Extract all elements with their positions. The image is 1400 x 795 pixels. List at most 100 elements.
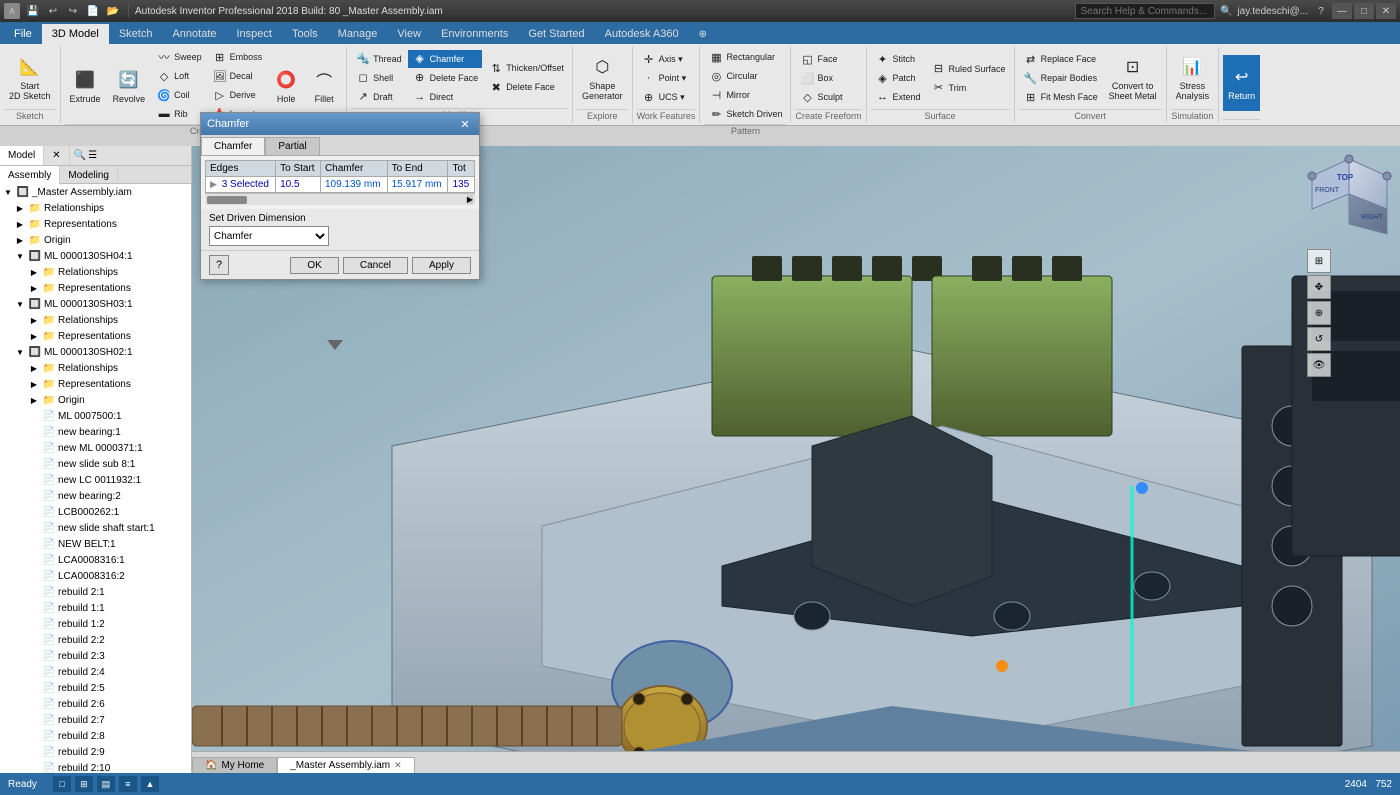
tree-item[interactable]: 📄 rebuild 2:2 <box>0 632 191 648</box>
tree-item[interactable]: ▶ 📁 Representations <box>0 376 191 392</box>
help-button[interactable]: ? <box>209 255 229 275</box>
tree-item[interactable]: ▶ 📁 Relationships <box>0 264 191 280</box>
panel-search-btn[interactable]: 🔍 <box>74 150 86 161</box>
coil-btn[interactable]: 🌀 Coil <box>152 86 206 104</box>
quick-open-btn[interactable]: 📂 <box>104 3 122 19</box>
to-end-value[interactable]: 15.917 mm <box>387 177 448 193</box>
chamfer-close-btn[interactable]: ✕ <box>457 116 473 132</box>
fillet-btn[interactable]: ⌒ Fillet <box>306 58 342 114</box>
tree-item[interactable]: 📄 new slide sub 8:1 <box>0 456 191 472</box>
ucs-btn[interactable]: ⊕ UCS ▾ <box>637 88 691 106</box>
extend-btn[interactable]: ↔ Extend <box>871 88 925 106</box>
stitch-btn[interactable]: ✦ Stitch <box>871 50 925 68</box>
tree-root[interactable]: ▼ 🔲 _Master Assembly.iam <box>0 184 191 200</box>
scrollbar-thumb-h[interactable] <box>207 196 247 204</box>
chamfer-tab-chamfer[interactable]: Chamfer <box>201 137 265 155</box>
return-btn[interactable]: ↩ Return <box>1223 55 1260 111</box>
tree-item[interactable]: ▶ 📁 Representations <box>0 216 191 232</box>
tab-extra[interactable]: ⊕ <box>689 24 717 44</box>
tree-item[interactable]: 📄 new LC 0011932:1 <box>0 472 191 488</box>
tab-view[interactable]: View <box>387 24 431 44</box>
circular-btn[interactable]: ◎ Circular <box>704 67 786 85</box>
axis-btn[interactable]: ✛ Axis ▾ <box>637 50 691 68</box>
stress-analysis-btn[interactable]: 📊 StressAnalysis <box>1171 50 1215 106</box>
tab-annotate[interactable]: Annotate <box>162 24 226 44</box>
start-2d-sketch-btn[interactable]: 📐 Start2D Sketch <box>4 50 56 106</box>
tree-item[interactable]: ▶ 📁 Origin <box>0 392 191 408</box>
derive-btn[interactable]: ▷ Derive <box>208 86 267 104</box>
sketch-driven-btn[interactable]: ✏ Sketch Driven <box>704 105 786 123</box>
sub-tab-modeling[interactable]: Modeling <box>60 166 118 184</box>
status-btn-2[interactable]: ⊞ <box>75 776 93 792</box>
tab-master-assembly[interactable]: _Master Assembly.iam ✕ <box>277 757 414 773</box>
delete-face-btn[interactable]: ✖ Delete Face <box>484 78 568 96</box>
ok-button[interactable]: OK <box>290 257 338 274</box>
tab-sketch[interactable]: Sketch <box>109 24 163 44</box>
patch-btn[interactable]: ◈ Patch <box>871 69 925 87</box>
thread-btn[interactable]: 🔩 Thread <box>351 50 406 68</box>
cancel-button[interactable]: Cancel <box>343 257 408 274</box>
tree-item[interactable]: 📄 NEW BELT:1 <box>0 536 191 552</box>
tree-item[interactable]: 📄 rebuild 2:3 <box>0 648 191 664</box>
chamfer-value[interactable]: 109.139 mm <box>320 177 387 193</box>
maximize-btn[interactable]: □ <box>1354 3 1374 19</box>
convert-sheet-metal-btn[interactable]: ⊡ Convert toSheet Metal <box>1104 50 1162 106</box>
trim-btn[interactable]: ✂ Trim <box>927 79 1010 97</box>
sub-tab-assembly[interactable]: Assembly <box>0 166 60 184</box>
tree-item[interactable]: 📄 rebuild 2:5 <box>0 680 191 696</box>
combine-btn[interactable]: ⊕ Delete Face <box>408 69 483 87</box>
tree-item[interactable]: 📄 ML 0007500:1 <box>0 408 191 424</box>
decal-btn[interactable]: 🖼 Decal <box>208 67 267 85</box>
shell-btn[interactable]: ◻ Shell <box>351 69 406 87</box>
revolve-btn[interactable]: 🔄 Revolve <box>108 58 151 114</box>
tree-item[interactable]: ▶ 📁 Relationships <box>0 200 191 216</box>
point-btn[interactable]: · Point ▾ <box>637 69 691 87</box>
tab-environments[interactable]: Environments <box>431 24 518 44</box>
zoom-btn[interactable]: ⊕ <box>1307 301 1331 325</box>
face-btn[interactable]: ◱ Face <box>795 50 846 68</box>
tree-item[interactable]: 📄 rebuild 2:1 <box>0 584 191 600</box>
tab-close-btn[interactable]: ✕ <box>394 760 402 771</box>
tab-manage[interactable]: Manage <box>328 24 388 44</box>
expand-arr[interactable]: ▶ <box>14 204 26 213</box>
close-btn[interactable]: ✕ <box>1376 3 1396 19</box>
mirror-btn[interactable]: ⊣ Mirror <box>704 86 786 104</box>
tab-tools[interactable]: Tools <box>282 24 328 44</box>
tree-item[interactable]: ▶ 📁 Relationships <box>0 360 191 376</box>
direct-btn[interactable]: → Direct <box>408 88 483 106</box>
orbit-btn[interactable]: ↺ <box>1307 327 1331 351</box>
replace-face-btn[interactable]: ⇄ Replace Face <box>1019 50 1102 68</box>
chamfer-tab-partial[interactable]: Partial <box>265 137 319 155</box>
tab-a360[interactable]: Autodesk A360 <box>595 24 689 44</box>
hole-btn[interactable]: ⭕ Hole <box>268 58 304 114</box>
tree-item[interactable]: 📄 rebuild 2:9 <box>0 744 191 760</box>
tree-item[interactable]: 📄 new bearing:2 <box>0 488 191 504</box>
draft-btn[interactable]: ↗ Draft <box>351 88 406 106</box>
quick-new-btn[interactable]: 📄 <box>84 3 102 19</box>
tree-item[interactable]: 📄 rebuild 2:4 <box>0 664 191 680</box>
tree-item[interactable]: 📄 rebuild 2:8 <box>0 728 191 744</box>
box-btn[interactable]: ⬜ Box <box>795 69 846 87</box>
tree-item[interactable]: ▶ 📁 Relationships <box>0 312 191 328</box>
tree-item[interactable]: 📄 new bearing:1 <box>0 424 191 440</box>
tree-item[interactable]: 📄 rebuild 2:6 <box>0 696 191 712</box>
tree-item[interactable]: 📄 LCA0008316:1 <box>0 552 191 568</box>
look-at-btn[interactable]: 👁 <box>1307 353 1331 377</box>
tree-item[interactable]: 📄 new ML 0000371:1 <box>0 440 191 456</box>
scroll-right-btn[interactable]: ▶ <box>467 195 473 204</box>
edges-selected[interactable]: 3 Selected <box>222 179 269 190</box>
quick-undo-btn[interactable]: ↩ <box>44 3 62 19</box>
search-btn[interactable]: 🔍 <box>1217 3 1235 19</box>
pan-btn[interactable]: ✥ <box>1307 275 1331 299</box>
expand-root[interactable]: ▼ <box>2 188 14 197</box>
tree-item[interactable]: 📄 rebuild 1:1 <box>0 600 191 616</box>
tree-item[interactable]: ▼ 🔲 ML 0000130SH02:1 <box>0 344 191 360</box>
tree-item[interactable]: 📄 rebuild 2:10 <box>0 760 191 773</box>
chamfer-btn[interactable]: ◈ Chamfer <box>408 50 483 68</box>
emboss-btn[interactable]: ⊞ Emboss <box>208 48 267 66</box>
help-search-input[interactable] <box>1075 3 1215 19</box>
tab-3dmodel[interactable]: 3D Model <box>42 24 109 44</box>
status-btn-3[interactable]: ▤ <box>97 776 115 792</box>
minimize-btn[interactable]: — <box>1332 3 1352 19</box>
status-btn-4[interactable]: ≡ <box>119 776 137 792</box>
